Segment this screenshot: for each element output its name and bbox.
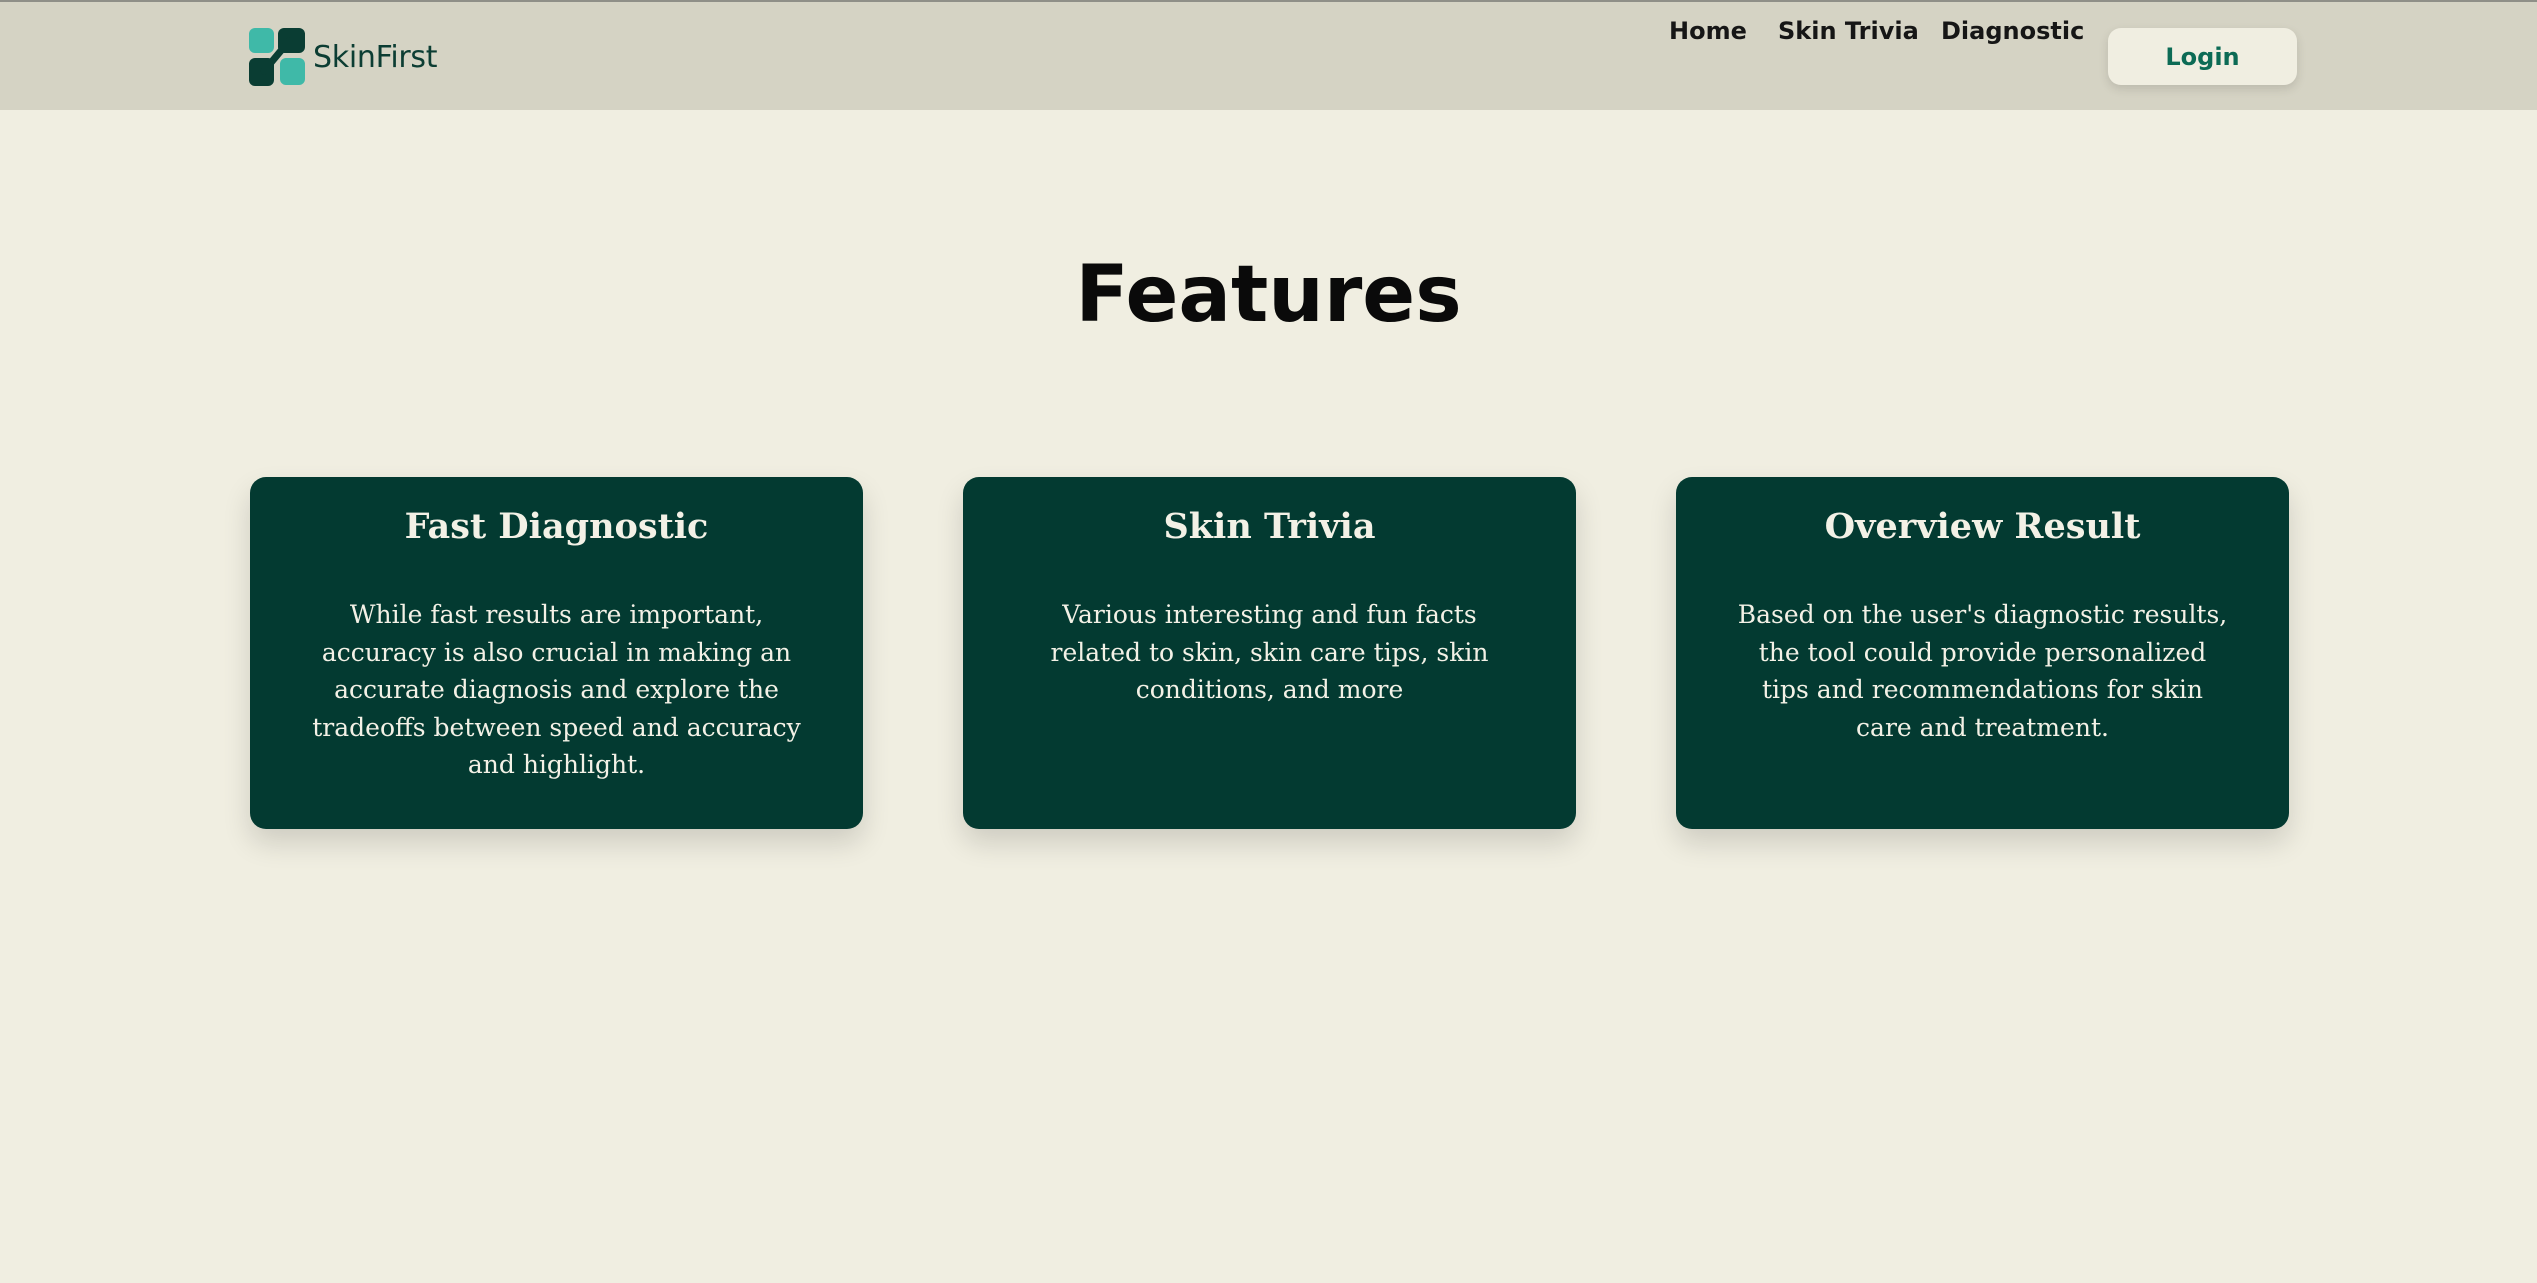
login-button[interactable]: Login	[2108, 28, 2297, 85]
feature-card-description: While fast results are important, accura…	[312, 600, 801, 779]
site-header: SkinFirst Home Skin Trivia Diagnostic Lo…	[0, 2, 2537, 110]
brand[interactable]: SkinFirst	[249, 27, 438, 87]
nav-link-home[interactable]: Home	[1669, 2, 1747, 60]
feature-card-title: Fast Diagnostic	[404, 506, 709, 547]
feature-card-description: Based on the user's diagnostic results, …	[1737, 600, 2228, 742]
feature-card-description: Various interesting and fun facts relate…	[1050, 600, 1489, 704]
feature-card-skin-trivia: Skin Trivia Various interesting and fun …	[963, 477, 1576, 829]
nav-link-diagnostic[interactable]: Diagnostic	[1941, 2, 2084, 60]
page-title: Features	[1075, 250, 1462, 340]
feature-card-overview-result: Overview Result Based on the user's diag…	[1676, 477, 2289, 829]
brand-name: SkinFirst	[313, 39, 438, 75]
feature-card-title: Skin Trivia	[1163, 506, 1376, 547]
feature-card-title: Overview Result	[1824, 506, 2141, 547]
nav-link-skin-trivia[interactable]: Skin Trivia	[1778, 2, 1919, 60]
feature-card-fast-diagnostic: Fast Diagnostic While fast results are i…	[250, 477, 863, 829]
skinfirst-logo-icon	[249, 27, 305, 87]
